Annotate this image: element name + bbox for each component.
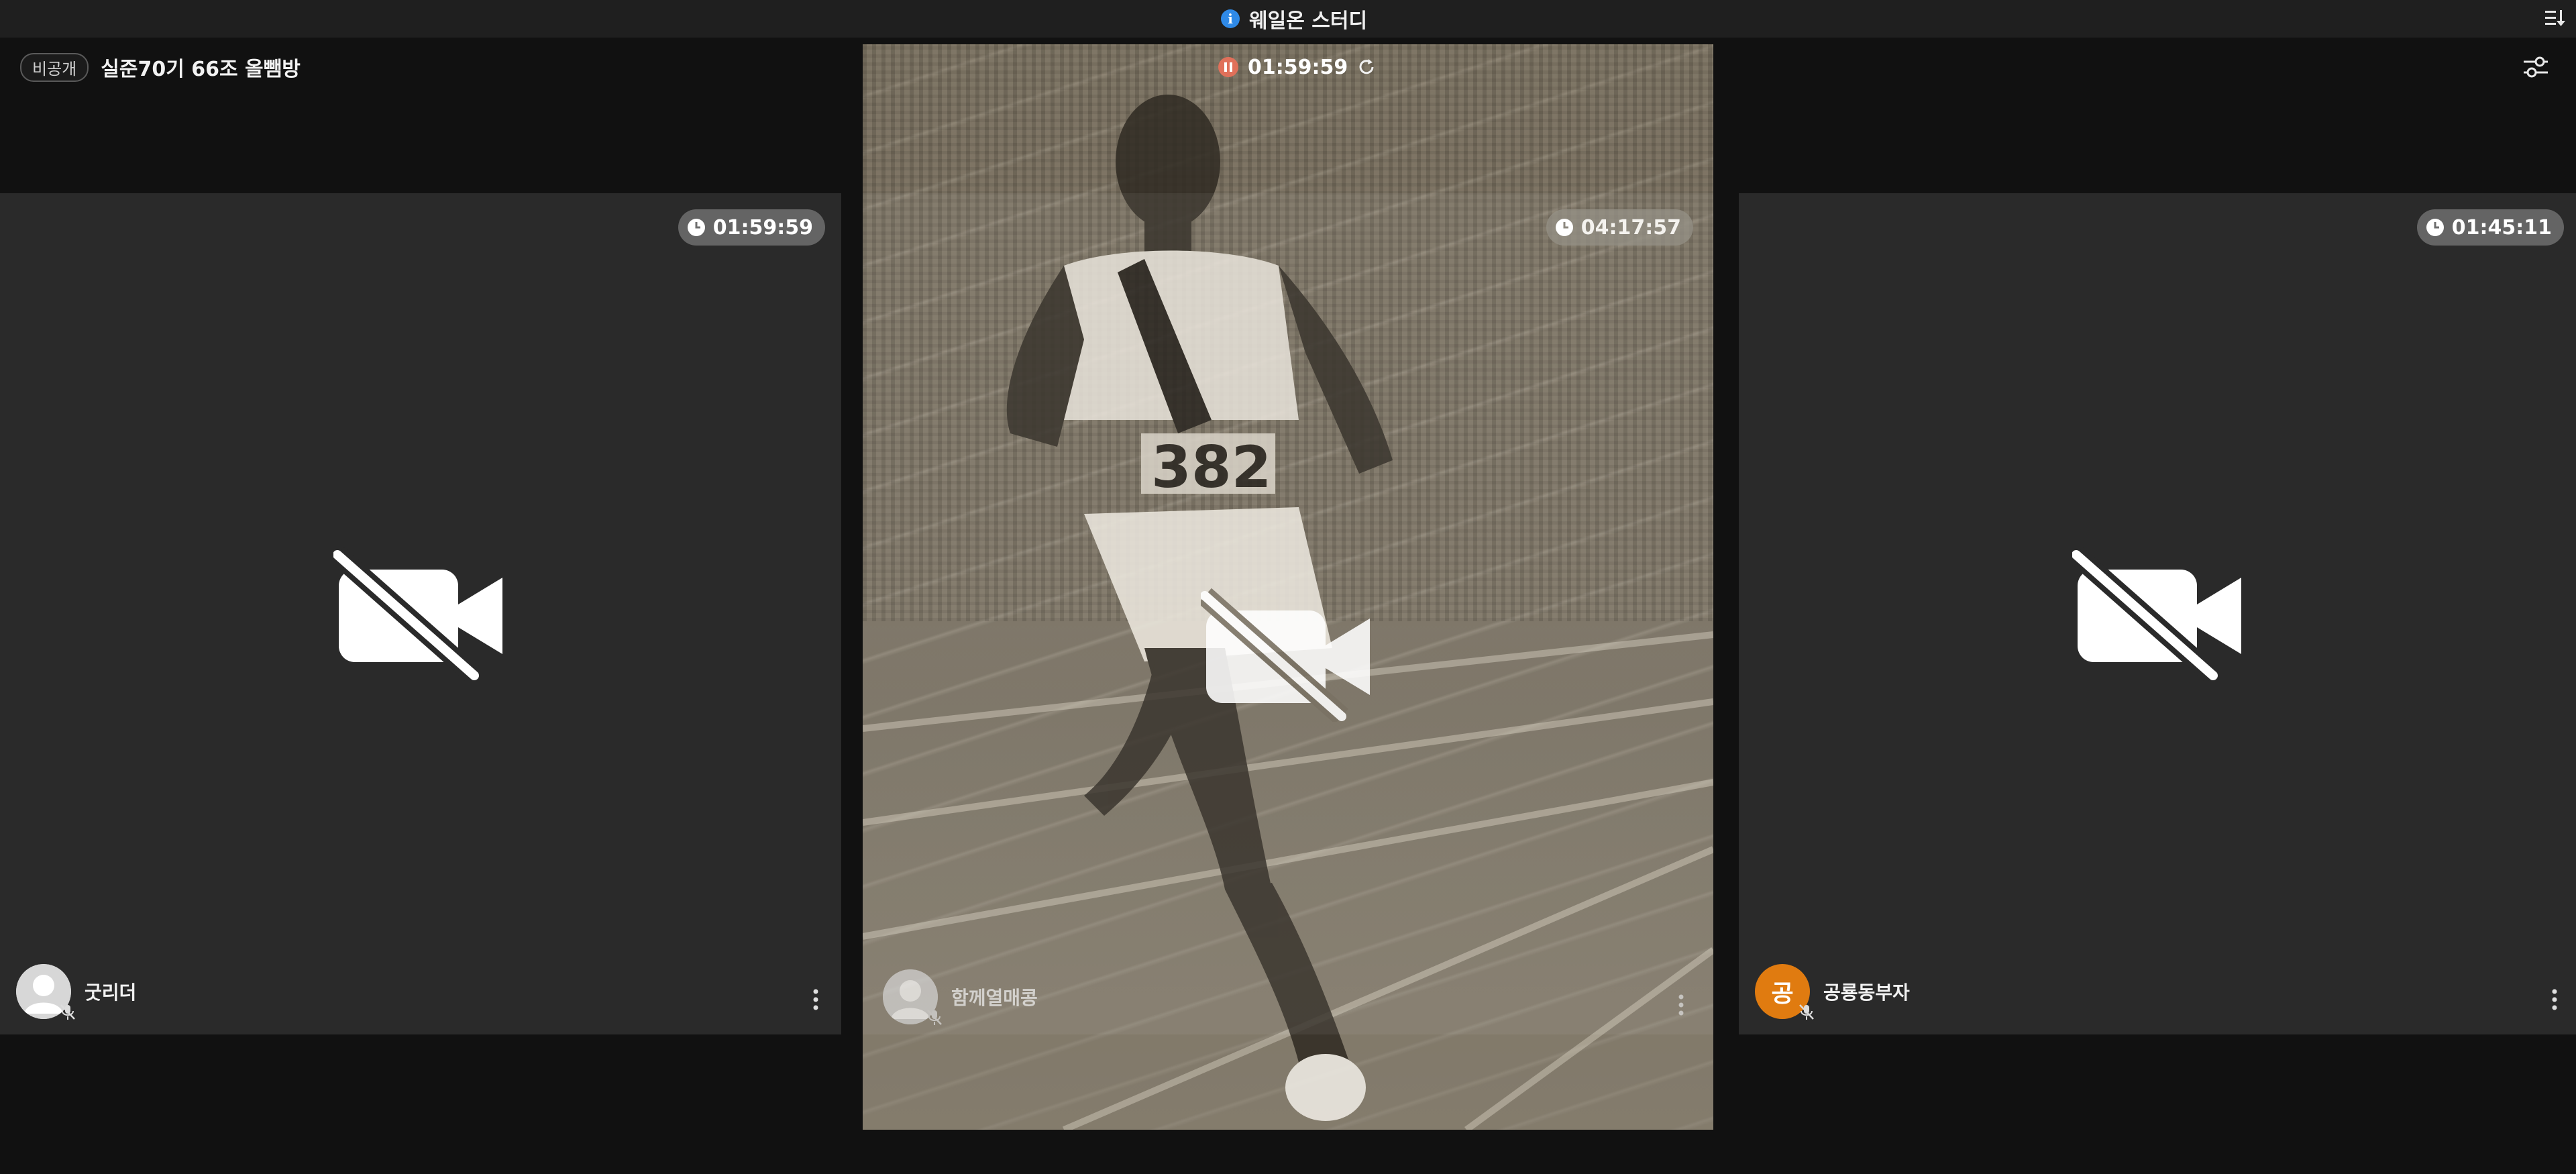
camera-off-icon [1201,588,1370,722]
clock-icon [2426,219,2444,236]
pause-icon[interactable] [1217,56,1240,78]
avatar[interactable]: 공 [1755,964,1814,1020]
study-timer-text: 04:17:57 [1580,215,1681,239]
clock-icon [1555,219,1573,236]
study-timer-text: 01:45:11 [2451,215,2552,239]
participant-tile-left[interactable]: 01:59:59 굿리더 [0,193,841,1034]
more-options-icon[interactable] [2549,986,2560,1013]
mic-off-icon [60,1004,75,1020]
top-bar: i 웨일온 스터디 [0,0,2576,38]
avatar[interactable] [883,969,942,1025]
study-timer-badge: 04:17:57 [1546,209,1693,246]
video-study-room: i 웨일온 스터디 비공개 실준70기 66조 올뺌방 01:59:59 굿리더… [0,0,2576,1174]
camera-off-icon [2072,547,2241,681]
study-timer-badge: 01:45:11 [2416,209,2564,246]
session-timer: 01:59:59 [1217,50,1377,85]
participant-info: 굿리더 [16,963,136,1020]
refresh-icon[interactable] [1356,56,1377,78]
participant-info: 함께열매콩 [883,969,1038,1025]
info-icon[interactable]: i [1221,9,1240,28]
study-timer-text: 01:59:59 [712,215,813,239]
settings-sliders-icon[interactable] [2521,54,2551,81]
avatar-initial: 공 [1771,980,1794,1008]
app-title[interactable]: i 웨일온 스터디 [1221,4,1367,34]
participant-name: 함께열매콩 [951,987,1038,1009]
avatar[interactable] [16,964,75,1020]
session-timer-text: 01:59:59 [1248,55,1348,79]
app-title-text: 웨일온 스터디 [1249,9,1368,33]
participant-name: 굿리더 [85,981,137,1004]
more-options-icon[interactable] [1676,992,1686,1018]
clock-icon [687,219,705,236]
room-title: 실준70기 66조 올뺌방 [101,58,301,81]
room-header: 비공개 실준70기 66조 올뺌방 [20,52,301,82]
mic-off-icon [927,1010,942,1025]
camera-off-icon [333,547,502,681]
study-timer-badge: 01:59:59 [678,209,825,246]
mic-off-icon [1799,1004,1814,1020]
participant-info: 공 공룡동부자 [1755,963,1910,1020]
participant-tile-center[interactable]: 382 04:17:57 함께열매콩 [863,44,1713,1130]
visibility-badge: 비공개 [20,52,89,82]
more-options-icon[interactable] [810,986,821,1013]
participant-name: 공룡동부자 [1823,981,1910,1004]
participant-tile-right[interactable]: 01:45:11 공 공룡동부자 [1739,193,2576,1034]
sort-list-icon[interactable] [2544,8,2567,28]
